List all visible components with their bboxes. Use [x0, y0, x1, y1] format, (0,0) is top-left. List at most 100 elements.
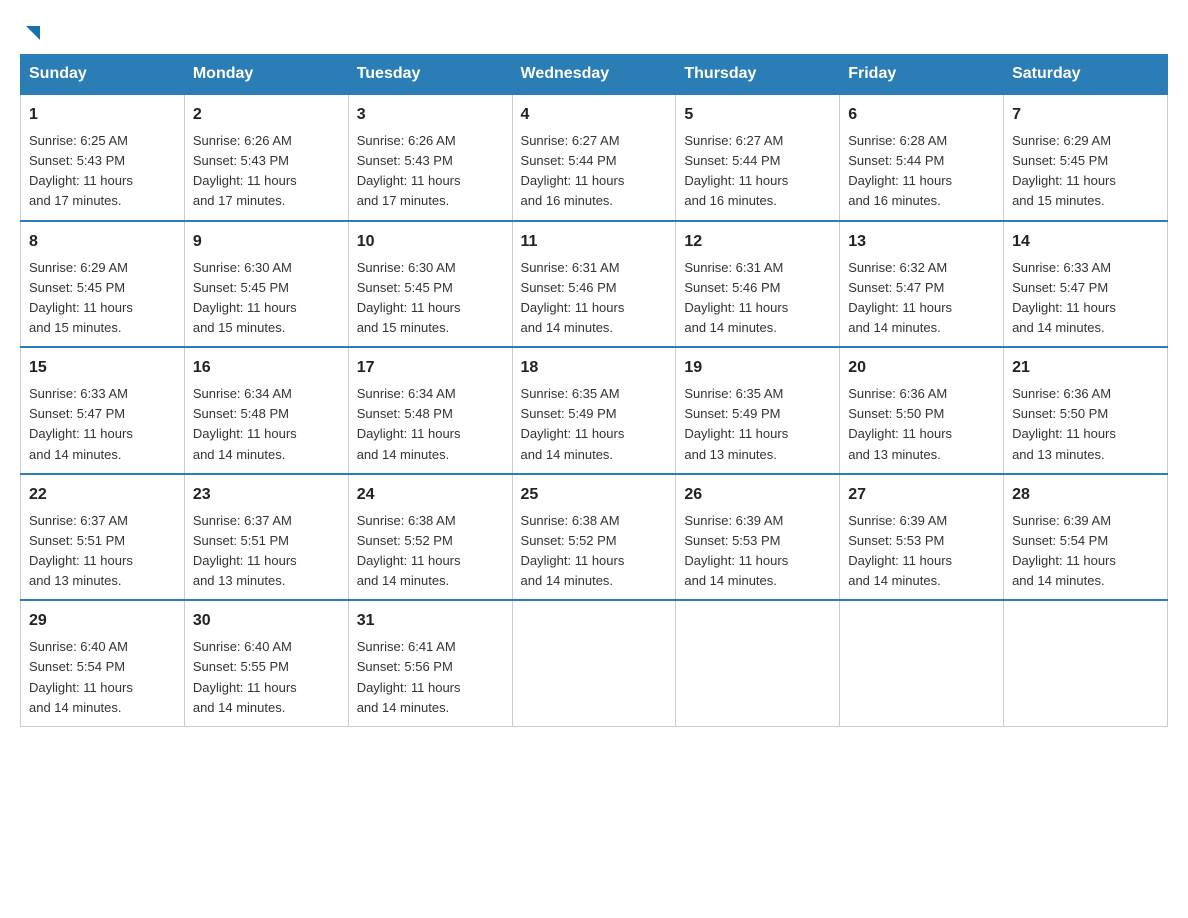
day-number: 17 — [357, 356, 504, 380]
day-number: 23 — [193, 483, 340, 507]
calendar-header-row: SundayMondayTuesdayWednesdayThursdayFrid… — [21, 55, 1168, 95]
day-info: Sunrise: 6:31 AMSunset: 5:46 PMDaylight:… — [684, 260, 788, 335]
day-number: 4 — [521, 103, 668, 127]
calendar-cell: 31 Sunrise: 6:41 AMSunset: 5:56 PMDaylig… — [348, 600, 512, 726]
day-info: Sunrise: 6:33 AMSunset: 5:47 PMDaylight:… — [1012, 260, 1116, 335]
day-info: Sunrise: 6:26 AMSunset: 5:43 PMDaylight:… — [193, 133, 297, 208]
header-wednesday: Wednesday — [512, 55, 676, 95]
calendar-week-5: 29 Sunrise: 6:40 AMSunset: 5:54 PMDaylig… — [21, 600, 1168, 726]
day-number: 2 — [193, 103, 340, 127]
day-info: Sunrise: 6:39 AMSunset: 5:53 PMDaylight:… — [848, 513, 952, 588]
day-number: 22 — [29, 483, 176, 507]
day-number: 15 — [29, 356, 176, 380]
calendar-cell: 19 Sunrise: 6:35 AMSunset: 5:49 PMDaylig… — [676, 347, 840, 474]
day-info: Sunrise: 6:25 AMSunset: 5:43 PMDaylight:… — [29, 133, 133, 208]
calendar-cell — [512, 600, 676, 726]
calendar-week-4: 22 Sunrise: 6:37 AMSunset: 5:51 PMDaylig… — [21, 474, 1168, 601]
day-info: Sunrise: 6:38 AMSunset: 5:52 PMDaylight:… — [521, 513, 625, 588]
day-number: 27 — [848, 483, 995, 507]
day-info: Sunrise: 6:34 AMSunset: 5:48 PMDaylight:… — [193, 386, 297, 461]
day-number: 19 — [684, 356, 831, 380]
day-info: Sunrise: 6:32 AMSunset: 5:47 PMDaylight:… — [848, 260, 952, 335]
day-info: Sunrise: 6:28 AMSunset: 5:44 PMDaylight:… — [848, 133, 952, 208]
calendar-cell: 9 Sunrise: 6:30 AMSunset: 5:45 PMDayligh… — [184, 221, 348, 348]
calendar-cell: 3 Sunrise: 6:26 AMSunset: 5:43 PMDayligh… — [348, 94, 512, 221]
header-thursday: Thursday — [676, 55, 840, 95]
day-info: Sunrise: 6:37 AMSunset: 5:51 PMDaylight:… — [29, 513, 133, 588]
day-number: 9 — [193, 230, 340, 254]
calendar-cell — [1004, 600, 1168, 726]
calendar-cell: 11 Sunrise: 6:31 AMSunset: 5:46 PMDaylig… — [512, 221, 676, 348]
calendar-cell: 14 Sunrise: 6:33 AMSunset: 5:47 PMDaylig… — [1004, 221, 1168, 348]
day-number: 28 — [1012, 483, 1159, 507]
calendar-cell: 2 Sunrise: 6:26 AMSunset: 5:43 PMDayligh… — [184, 94, 348, 221]
logo — [20, 20, 44, 44]
day-info: Sunrise: 6:36 AMSunset: 5:50 PMDaylight:… — [848, 386, 952, 461]
day-number: 21 — [1012, 356, 1159, 380]
day-info: Sunrise: 6:27 AMSunset: 5:44 PMDaylight:… — [684, 133, 788, 208]
header-sunday: Sunday — [21, 55, 185, 95]
calendar-week-2: 8 Sunrise: 6:29 AMSunset: 5:45 PMDayligh… — [21, 221, 1168, 348]
calendar-cell — [840, 600, 1004, 726]
calendar-cell: 30 Sunrise: 6:40 AMSunset: 5:55 PMDaylig… — [184, 600, 348, 726]
day-info: Sunrise: 6:35 AMSunset: 5:49 PMDaylight:… — [684, 386, 788, 461]
day-number: 13 — [848, 230, 995, 254]
calendar-cell: 26 Sunrise: 6:39 AMSunset: 5:53 PMDaylig… — [676, 474, 840, 601]
day-info: Sunrise: 6:41 AMSunset: 5:56 PMDaylight:… — [357, 639, 461, 714]
header-friday: Friday — [840, 55, 1004, 95]
header-saturday: Saturday — [1004, 55, 1168, 95]
calendar-cell: 20 Sunrise: 6:36 AMSunset: 5:50 PMDaylig… — [840, 347, 1004, 474]
day-info: Sunrise: 6:26 AMSunset: 5:43 PMDaylight:… — [357, 133, 461, 208]
day-info: Sunrise: 6:29 AMSunset: 5:45 PMDaylight:… — [29, 260, 133, 335]
day-info: Sunrise: 6:40 AMSunset: 5:55 PMDaylight:… — [193, 639, 297, 714]
calendar-cell: 27 Sunrise: 6:39 AMSunset: 5:53 PMDaylig… — [840, 474, 1004, 601]
day-info: Sunrise: 6:39 AMSunset: 5:54 PMDaylight:… — [1012, 513, 1116, 588]
calendar-cell: 6 Sunrise: 6:28 AMSunset: 5:44 PMDayligh… — [840, 94, 1004, 221]
calendar-cell: 18 Sunrise: 6:35 AMSunset: 5:49 PMDaylig… — [512, 347, 676, 474]
calendar-cell: 13 Sunrise: 6:32 AMSunset: 5:47 PMDaylig… — [840, 221, 1004, 348]
calendar-cell: 17 Sunrise: 6:34 AMSunset: 5:48 PMDaylig… — [348, 347, 512, 474]
calendar-cell: 29 Sunrise: 6:40 AMSunset: 5:54 PMDaylig… — [21, 600, 185, 726]
calendar-cell: 21 Sunrise: 6:36 AMSunset: 5:50 PMDaylig… — [1004, 347, 1168, 474]
day-number: 25 — [521, 483, 668, 507]
day-number: 20 — [848, 356, 995, 380]
day-number: 8 — [29, 230, 176, 254]
day-number: 3 — [357, 103, 504, 127]
day-number: 1 — [29, 103, 176, 127]
day-info: Sunrise: 6:40 AMSunset: 5:54 PMDaylight:… — [29, 639, 133, 714]
calendar-cell: 15 Sunrise: 6:33 AMSunset: 5:47 PMDaylig… — [21, 347, 185, 474]
day-info: Sunrise: 6:39 AMSunset: 5:53 PMDaylight:… — [684, 513, 788, 588]
calendar-cell: 8 Sunrise: 6:29 AMSunset: 5:45 PMDayligh… — [21, 221, 185, 348]
logo-triangle-icon — [22, 22, 44, 44]
calendar-cell: 10 Sunrise: 6:30 AMSunset: 5:45 PMDaylig… — [348, 221, 512, 348]
day-number: 14 — [1012, 230, 1159, 254]
day-number: 5 — [684, 103, 831, 127]
calendar-cell: 23 Sunrise: 6:37 AMSunset: 5:51 PMDaylig… — [184, 474, 348, 601]
calendar-cell: 5 Sunrise: 6:27 AMSunset: 5:44 PMDayligh… — [676, 94, 840, 221]
day-info: Sunrise: 6:33 AMSunset: 5:47 PMDaylight:… — [29, 386, 133, 461]
calendar-cell: 1 Sunrise: 6:25 AMSunset: 5:43 PMDayligh… — [21, 94, 185, 221]
day-info: Sunrise: 6:38 AMSunset: 5:52 PMDaylight:… — [357, 513, 461, 588]
day-number: 10 — [357, 230, 504, 254]
day-info: Sunrise: 6:30 AMSunset: 5:45 PMDaylight:… — [357, 260, 461, 335]
day-info: Sunrise: 6:27 AMSunset: 5:44 PMDaylight:… — [521, 133, 625, 208]
day-info: Sunrise: 6:35 AMSunset: 5:49 PMDaylight:… — [521, 386, 625, 461]
day-info: Sunrise: 6:29 AMSunset: 5:45 PMDaylight:… — [1012, 133, 1116, 208]
calendar-week-3: 15 Sunrise: 6:33 AMSunset: 5:47 PMDaylig… — [21, 347, 1168, 474]
day-number: 7 — [1012, 103, 1159, 127]
calendar-cell: 22 Sunrise: 6:37 AMSunset: 5:51 PMDaylig… — [21, 474, 185, 601]
day-number: 18 — [521, 356, 668, 380]
day-info: Sunrise: 6:31 AMSunset: 5:46 PMDaylight:… — [521, 260, 625, 335]
day-number: 11 — [521, 230, 668, 254]
day-number: 31 — [357, 609, 504, 633]
day-info: Sunrise: 6:36 AMSunset: 5:50 PMDaylight:… — [1012, 386, 1116, 461]
calendar-cell: 16 Sunrise: 6:34 AMSunset: 5:48 PMDaylig… — [184, 347, 348, 474]
header-tuesday: Tuesday — [348, 55, 512, 95]
day-number: 30 — [193, 609, 340, 633]
calendar-cell: 7 Sunrise: 6:29 AMSunset: 5:45 PMDayligh… — [1004, 94, 1168, 221]
calendar-cell: 25 Sunrise: 6:38 AMSunset: 5:52 PMDaylig… — [512, 474, 676, 601]
day-number: 16 — [193, 356, 340, 380]
calendar-cell: 24 Sunrise: 6:38 AMSunset: 5:52 PMDaylig… — [348, 474, 512, 601]
calendar-cell: 28 Sunrise: 6:39 AMSunset: 5:54 PMDaylig… — [1004, 474, 1168, 601]
day-info: Sunrise: 6:37 AMSunset: 5:51 PMDaylight:… — [193, 513, 297, 588]
